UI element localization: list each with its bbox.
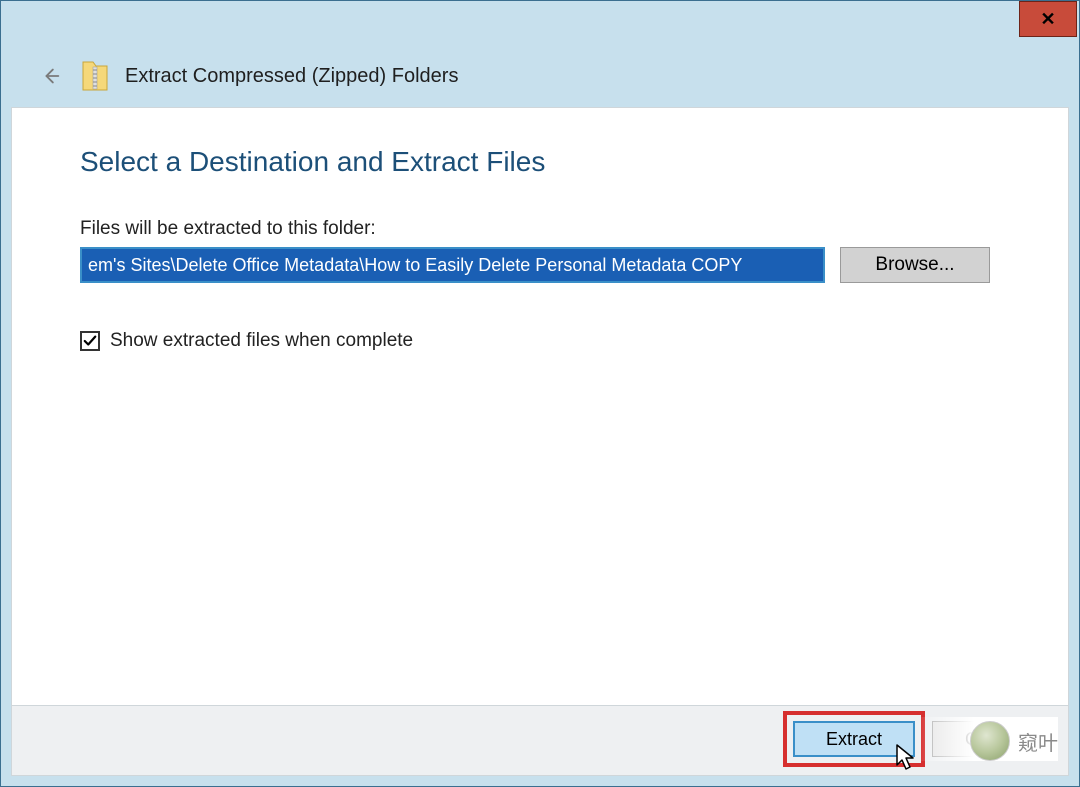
back-arrow-icon: [40, 65, 62, 87]
wizard-title: Extract Compressed (Zipped) Folders: [125, 65, 458, 88]
wizard-header: Extract Compressed (Zipped) Folders: [1, 45, 1079, 107]
close-icon: ✕: [1040, 9, 1055, 30]
destination-path-input[interactable]: [82, 249, 823, 281]
checkmark-icon: [83, 334, 97, 348]
watermark-text: 窥叶: [1018, 727, 1058, 756]
browse-button[interactable]: Browse...: [840, 247, 990, 283]
destination-path-field[interactable]: [80, 247, 825, 283]
show-extracted-row: Show extracted files when complete: [80, 330, 413, 352]
back-button[interactable]: [37, 62, 65, 90]
button-bar: Extract Cancel 窥叶: [12, 705, 1068, 775]
destination-label: Files will be extracted to this folder:: [80, 218, 376, 240]
watermark-avatar-icon: [970, 721, 1010, 761]
section-heading: Select a Destination and Extract Files: [80, 146, 545, 178]
content-pane: Select a Destination and Extract Files F…: [11, 107, 1069, 776]
close-button[interactable]: ✕: [1019, 1, 1077, 37]
extract-button[interactable]: Extract: [793, 721, 915, 757]
show-extracted-checkbox[interactable]: [80, 331, 100, 351]
extract-wizard-window: ✕ Extract Compressed (Zipped) Folders Se…: [0, 0, 1080, 787]
watermark: 窥叶: [970, 721, 1058, 761]
titlebar: ✕: [1, 1, 1079, 45]
show-extracted-label: Show extracted files when complete: [110, 330, 413, 352]
zip-folder-icon: [81, 58, 109, 94]
